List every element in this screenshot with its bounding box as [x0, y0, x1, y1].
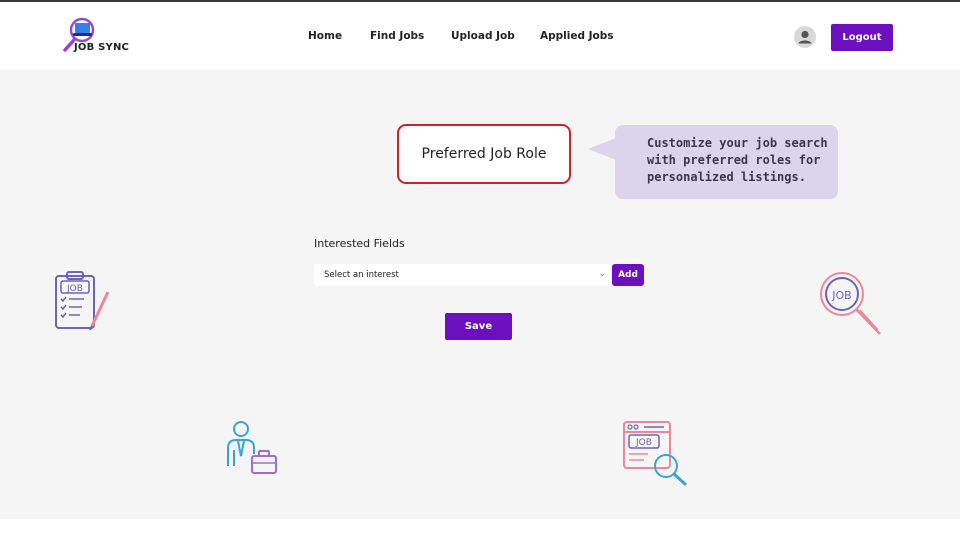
nav-upload-job[interactable]: Upload Job: [451, 30, 515, 42]
nav-home[interactable]: Home: [308, 30, 342, 42]
footer-strip: [0, 519, 960, 540]
interest-select[interactable]: Select an interest ⌄: [314, 264, 611, 286]
save-button[interactable]: Save: [445, 313, 512, 340]
interest-select-value: Select an interest: [324, 270, 399, 280]
app-logo[interactable]: JOB SYNC: [60, 16, 140, 60]
nav-find-jobs[interactable]: Find Jobs: [370, 30, 424, 42]
clipboard-badge-text: JOB: [66, 284, 83, 294]
logout-button[interactable]: Logout: [831, 24, 893, 51]
user-avatar-icon[interactable]: [794, 26, 816, 48]
tooltip-callout: Customize your job search with preferred…: [615, 125, 838, 199]
interested-fields-label: Interested Fields: [314, 237, 405, 250]
job-search-magnifier-icon: JOB: [820, 272, 881, 335]
add-interest-button[interactable]: Add: [612, 264, 644, 286]
businessman-briefcase-icon: [227, 421, 277, 474]
tooltip-arrow: [588, 138, 616, 160]
preferred-role-label: Preferred Job Role: [421, 146, 547, 162]
job-clipboard-icon: JOB: [55, 271, 110, 331]
tooltip-text: Customize your job search with preferred…: [647, 136, 828, 184]
chevron-down-icon: ⌄: [598, 269, 606, 279]
nav-applied-jobs[interactable]: Applied Jobs: [540, 30, 614, 42]
browser-job-search-icon: JOB: [623, 421, 687, 486]
magnifier-badge-text: JOB: [831, 289, 851, 302]
logo-text: JOB SYNC: [74, 42, 130, 53]
browser-badge-text: JOB: [635, 438, 652, 448]
preferred-role-highlight: Preferred Job Role: [397, 124, 571, 184]
app-header: JOB SYNC Home Find Jobs Upload Job Appli…: [0, 2, 960, 70]
